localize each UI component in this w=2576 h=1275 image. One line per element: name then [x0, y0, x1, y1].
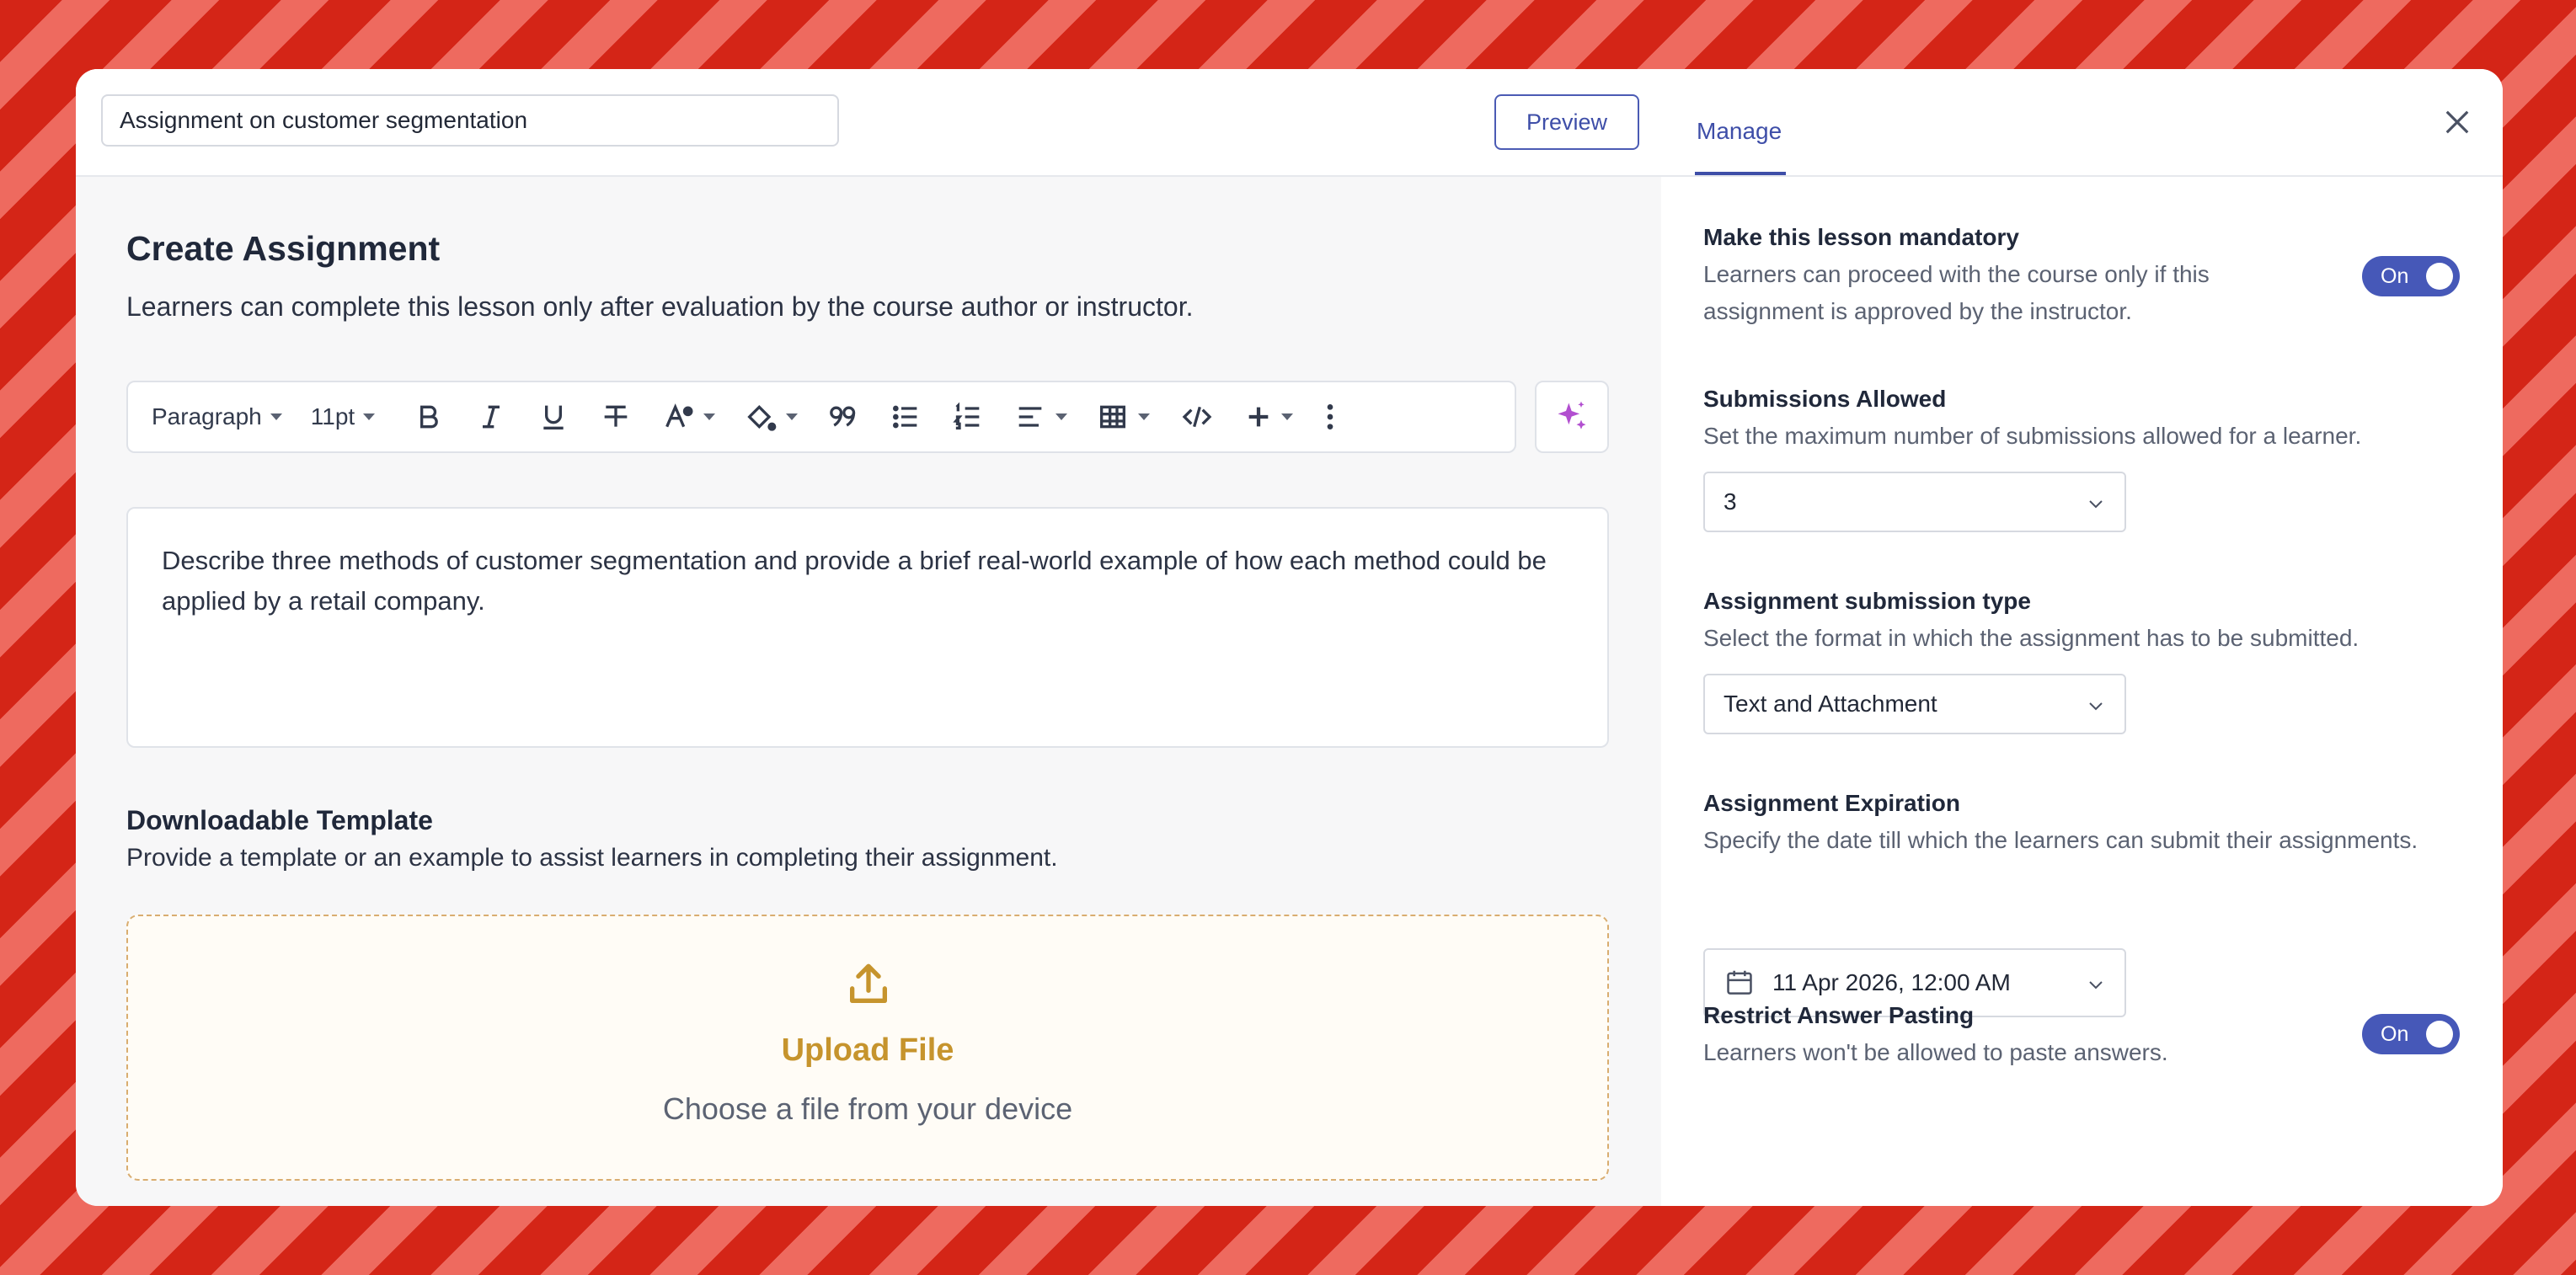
underline-icon: [543, 405, 564, 429]
template-description: Provide a template or an example to assi…: [126, 844, 1058, 872]
more-button[interactable]: [1322, 400, 1339, 434]
align-button[interactable]: [1013, 400, 1068, 434]
italic-button[interactable]: [474, 400, 508, 434]
table-icon: [1100, 405, 1126, 429]
restrict-title: Restrict Answer Pasting: [1703, 1002, 1975, 1028]
submissions-description: Set the maximum number of submissions al…: [1703, 423, 2362, 449]
insert-icon: [1248, 407, 1269, 427]
submission-type-value: Text and Attachment: [1724, 691, 1937, 717]
mandatory-toggle[interactable]: On: [2362, 256, 2460, 296]
numbered-list-button[interactable]: [951, 400, 985, 434]
toggle-label: On: [2381, 1022, 2409, 1046]
mandatory-title: Make this lesson mandatory: [1703, 224, 2020, 250]
italic-icon: [483, 405, 500, 429]
chevron-down-icon: [786, 413, 799, 420]
chevron-down-icon: [1281, 413, 1294, 420]
page-title: Create Assignment: [126, 229, 441, 268]
font-size-dropdown[interactable]: 11pt: [310, 403, 376, 430]
chevron-down-icon: [2089, 702, 2103, 711]
numbered-list-icon: [953, 402, 980, 429]
upload-hint: Choose a file from your device: [662, 1091, 1073, 1126]
bold-button[interactable]: [412, 400, 446, 434]
settings-panel: Manage Make this lesson mandatory Learne…: [1661, 69, 2503, 1206]
restrict-description: Learners won't be allowed to paste answe…: [1703, 1039, 2168, 1065]
rich-text-toolbar: Paragraph 11pt: [126, 381, 1516, 453]
upload-file-label: Upload File: [781, 1032, 954, 1068]
quote-button[interactable]: [826, 400, 860, 434]
submission-type-select[interactable]: Text and Attachment: [1703, 674, 2126, 734]
bullet-list-button[interactable]: [889, 400, 922, 434]
highlight-icon: [747, 404, 777, 431]
toggle-knob: [2426, 1021, 2453, 1048]
preview-button[interactable]: Preview: [1494, 94, 1639, 150]
editor-pane: Assignment on customer segmentation Prev…: [76, 69, 1663, 1206]
expiration-title: Assignment Expiration: [1703, 790, 1960, 816]
active-tab-indicator: [1695, 172, 1786, 175]
template-heading: Downloadable Template: [126, 805, 433, 835]
sparkle-icon: [1558, 401, 1586, 429]
page-subtitle: Learners can complete this lesson only a…: [126, 291, 1194, 322]
tab-manage[interactable]: Manage: [1697, 118, 1782, 145]
upload-dropzone[interactable]: Upload File Choose a file from your devi…: [126, 915, 1609, 1181]
close-icon[interactable]: [2440, 104, 2475, 140]
submissions-select[interactable]: 3: [1703, 472, 2126, 532]
expiration-description: Specify the date till which the learners…: [1703, 827, 2418, 853]
more-icon: [1327, 404, 1333, 429]
quote-icon: [830, 406, 856, 427]
insert-button[interactable]: [1244, 403, 1294, 431]
code-icon: [1182, 406, 1212, 428]
upload-icon: [850, 963, 887, 1003]
submissions-title: Submissions Allowed: [1703, 386, 1947, 412]
bold-icon: [420, 405, 439, 429]
font-color-button[interactable]: [661, 400, 716, 434]
chevron-down-icon: [703, 413, 716, 420]
paragraph-label: Paragraph: [152, 403, 262, 429]
code-button[interactable]: [1178, 400, 1216, 434]
toggle-label: On: [2381, 264, 2409, 288]
chevron-down-icon: [2089, 500, 2103, 509]
chevron-down-icon: [1138, 413, 1151, 420]
mandatory-description: Learners can proceed with the course onl…: [1703, 256, 2210, 330]
strikethrough-button[interactable]: [599, 400, 633, 434]
underline-button[interactable]: [537, 400, 570, 434]
assignment-title-input[interactable]: Assignment on customer segmentation: [101, 94, 839, 147]
calendar-icon: [1727, 970, 1752, 995]
chevron-down-icon: [1056, 413, 1068, 420]
mandatory-desc-line1: Learners can proceed with the course onl…: [1703, 261, 2210, 287]
font-size-label: 11pt: [310, 403, 355, 429]
strikethrough-icon: [604, 405, 628, 427]
submission-type-title: Assignment submission type: [1703, 588, 2031, 614]
panel-header: Manage: [1661, 69, 2503, 177]
expiration-value: 11 Apr 2026, 12:00 AM: [1772, 969, 2011, 995]
bullet-list-icon: [893, 405, 917, 429]
highlight-button[interactable]: [744, 400, 799, 434]
submissions-value: 3: [1724, 488, 1737, 515]
chevron-down-icon: [2089, 981, 2103, 990]
toggle-knob: [2426, 263, 2453, 290]
submission-type-description: Select the format in which the assignmen…: [1703, 625, 2360, 651]
mandatory-desc-line2: assignment is approved by the instructor…: [1703, 298, 2132, 324]
paragraph-dropdown[interactable]: Paragraph: [152, 403, 282, 430]
chevron-down-icon: [270, 413, 282, 420]
font-color-icon: [665, 403, 693, 428]
table-button[interactable]: [1096, 400, 1151, 434]
chevron-down-icon: [363, 413, 376, 420]
editor-header: Assignment on customer segmentation Prev…: [76, 69, 1661, 177]
restrict-toggle[interactable]: On: [2362, 1014, 2460, 1054]
align-icon: [1018, 407, 1042, 427]
assignment-content-editor[interactable]: Describe three methods of customer segme…: [126, 507, 1609, 748]
ai-assist-button[interactable]: [1535, 381, 1609, 453]
assignment-dialog: Assignment on customer segmentation Prev…: [76, 69, 2503, 1206]
